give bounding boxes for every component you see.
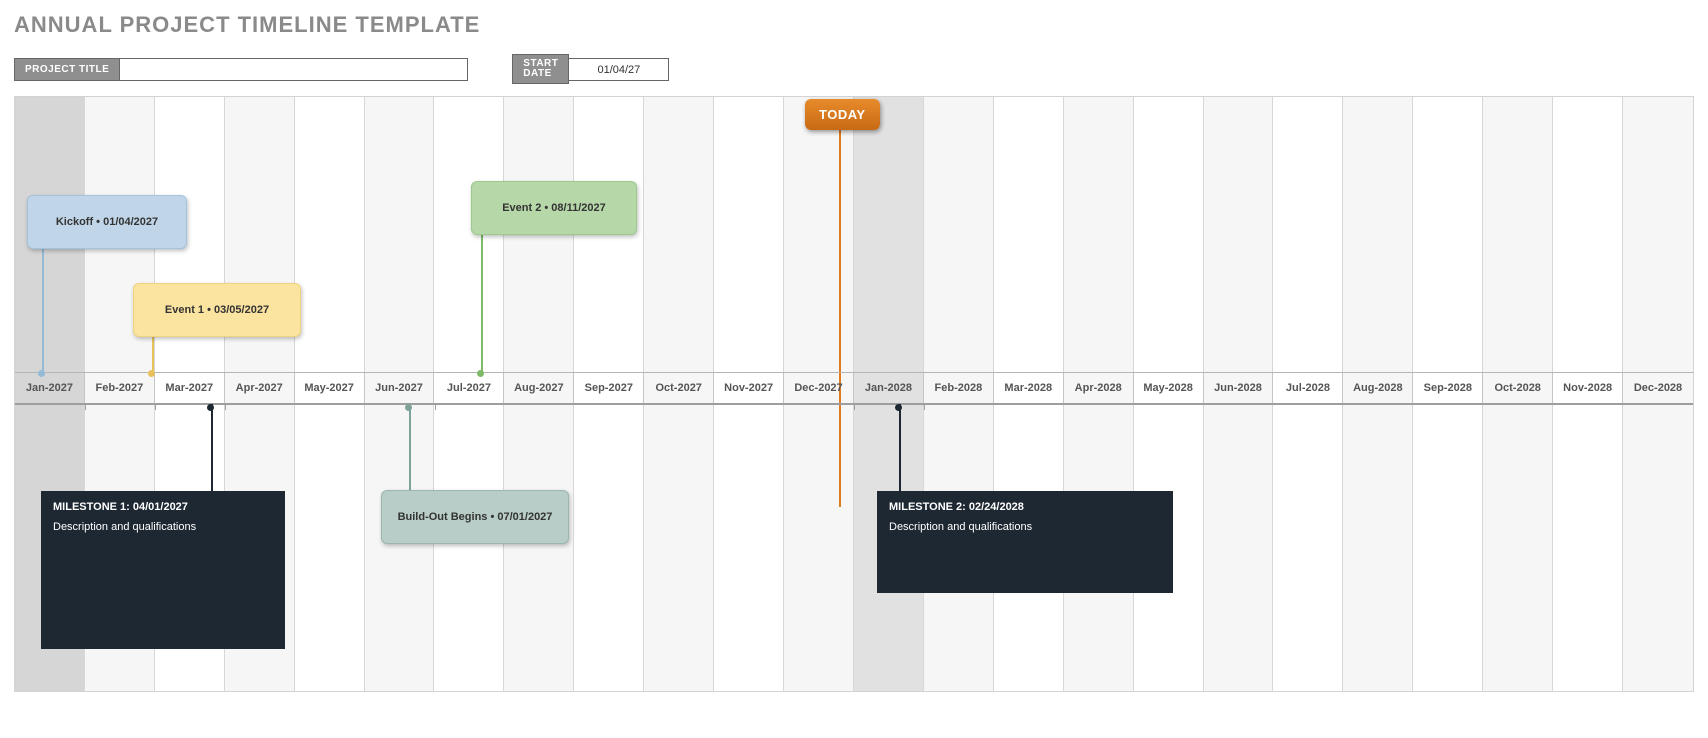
- event1-connector: [152, 335, 154, 375]
- header-row: PROJECT TITLE START DATE 01/04/27: [14, 54, 1694, 84]
- start-date-field: START DATE 01/04/27: [512, 54, 669, 84]
- axis-label: Jun-2027: [365, 373, 435, 403]
- event1-text: Event 1 • 03/05/2027: [144, 304, 290, 316]
- kickoff-connector: [42, 247, 44, 375]
- axis-label: Jan-2027: [15, 373, 85, 403]
- axis-label: Jul-2028: [1273, 373, 1343, 403]
- page-title: ANNUAL PROJECT TIMELINE TEMPLATE: [14, 12, 1694, 38]
- axis-label: Nov-2028: [1553, 373, 1623, 403]
- milestone1-dot-icon: [207, 404, 214, 411]
- axis-label: Feb-2027: [85, 373, 155, 403]
- axis-label: Aug-2028: [1343, 373, 1413, 403]
- axis-label: Oct-2028: [1483, 373, 1553, 403]
- event2-connector: [481, 232, 483, 375]
- axis-label: Feb-2028: [924, 373, 994, 403]
- milestone1-connector: [211, 404, 213, 492]
- event1-card[interactable]: Event 1 • 03/05/2027: [133, 283, 301, 337]
- axis-label: Sep-2028: [1413, 373, 1483, 403]
- kickoff-card[interactable]: Kickoff • 01/04/2027: [27, 195, 187, 249]
- kickoff-text: Kickoff • 01/04/2027: [38, 216, 176, 228]
- today-line: [839, 127, 841, 507]
- axis-label: Apr-2028: [1064, 373, 1134, 403]
- milestone2-title: MILESTONE 2: 02/24/2028: [889, 501, 1161, 513]
- milestone2-desc: Description and qualifications: [889, 521, 1161, 533]
- buildout-card[interactable]: Build-Out Begins • 07/01/2027: [381, 490, 569, 544]
- project-title-value[interactable]: [120, 58, 468, 81]
- milestone1-card[interactable]: MILESTONE 1: 04/01/2027 Description and …: [41, 491, 285, 649]
- axis-label: Nov-2027: [714, 373, 784, 403]
- page-root: ANNUAL PROJECT TIMELINE TEMPLATE PROJECT…: [0, 0, 1708, 704]
- axis-label: Aug-2027: [504, 373, 574, 403]
- axis-label: Sep-2027: [574, 373, 644, 403]
- axis-label: Mar-2027: [155, 373, 225, 403]
- axis-label: Apr-2027: [225, 373, 295, 403]
- timeline-axis: Jan-2027 Feb-2027 Mar-2027 Apr-2027 May-…: [15, 372, 1693, 405]
- axis-label: May-2027: [295, 373, 365, 403]
- axis-label: Dec-2027: [784, 373, 854, 403]
- axis-label: May-2028: [1134, 373, 1204, 403]
- buildout-dot-icon: [405, 404, 412, 411]
- timeline: Jan-2027 Feb-2027 Mar-2027 Apr-2027 May-…: [14, 96, 1694, 692]
- event2-card[interactable]: Event 2 • 08/11/2027: [471, 181, 637, 235]
- axis-label: Mar-2028: [994, 373, 1064, 403]
- project-title-label: PROJECT TITLE: [14, 58, 120, 81]
- axis-label: Dec-2028: [1623, 373, 1693, 403]
- buildout-text: Build-Out Begins • 07/01/2027: [392, 511, 558, 523]
- milestone2-connector: [899, 404, 901, 492]
- milestone1-desc: Description and qualifications: [53, 521, 273, 533]
- kickoff-dot-icon: [38, 370, 45, 377]
- event2-dot-icon: [477, 370, 484, 377]
- buildout-connector: [409, 404, 411, 492]
- milestone2-dot-icon: [895, 404, 902, 411]
- start-date-value[interactable]: 01/04/27: [569, 58, 669, 81]
- axis-label: Jan-2028: [854, 373, 924, 403]
- axis-label: Jun-2028: [1204, 373, 1274, 403]
- event2-text: Event 2 • 08/11/2027: [482, 202, 626, 214]
- event1-dot-icon: [148, 370, 155, 377]
- axis-label: Oct-2027: [644, 373, 714, 403]
- milestone1-title: MILESTONE 1: 04/01/2027: [53, 501, 273, 513]
- project-title-field: PROJECT TITLE: [14, 58, 468, 81]
- axis-label: Jul-2027: [434, 373, 504, 403]
- milestone2-card[interactable]: MILESTONE 2: 02/24/2028 Description and …: [877, 491, 1173, 593]
- start-date-label: START DATE: [512, 54, 569, 84]
- today-badge: TODAY: [805, 99, 880, 130]
